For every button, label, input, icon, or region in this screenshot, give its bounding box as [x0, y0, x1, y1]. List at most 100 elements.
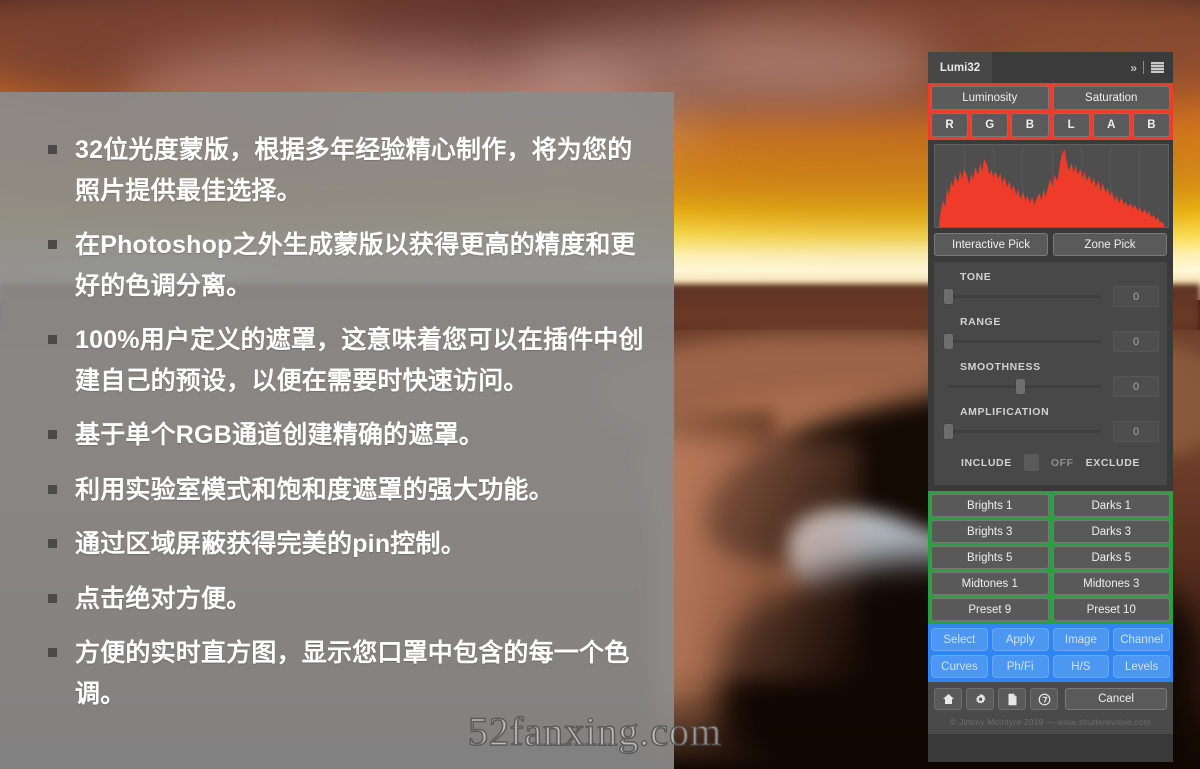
zone-pick-button[interactable]: Zone Pick: [1053, 233, 1167, 256]
mode-selector-block: Luminosity Saturation R G B L A B: [928, 83, 1173, 140]
preset-button-midtones-1[interactable]: Midtones 1: [931, 572, 1049, 595]
feature-bullet-list: 32位光度蒙版，根据多年经验精心制作，将为您的照片提供最佳选择。 在Photos…: [0, 92, 674, 714]
feature-text: 32位光度蒙版，根据多年经验精心制作，将为您的照片提供最佳选择。: [75, 136, 633, 205]
chevron-double-right-icon[interactable]: »: [1130, 61, 1137, 75]
list-item: 100%用户定义的遮罩，这意味着您可以在插件中创建自己的预设，以便在需要时快速访…: [48, 320, 648, 401]
document-button[interactable]: [998, 688, 1026, 710]
slider-label-tone: TONE: [960, 271, 992, 283]
feature-list-panel: 32位光度蒙版，根据多年经验精心制作，将为您的照片提供最佳选择。 在Photos…: [0, 92, 674, 769]
slider-label-smoothness: SMOOTHNESS: [960, 361, 1041, 373]
feature-text: 方便的实时直方图，显示您口罩中包含的每一个色调。: [75, 639, 630, 708]
preset-button-brights-3[interactable]: Brights 3: [931, 520, 1049, 543]
slider-value-amplification[interactable]: 0: [1113, 421, 1159, 442]
preset-row: Brights 5 Darks 5: [931, 546, 1170, 569]
divider: [1143, 61, 1144, 74]
slider-track-range[interactable]: [942, 334, 1107, 350]
preset-grid: Brights 1 Darks 1 Brights 3 Darks 3 Brig…: [928, 491, 1173, 624]
bullet-square-icon: [48, 240, 57, 249]
slider-row-smoothness: 0: [934, 376, 1167, 397]
slider-track-smoothness[interactable]: [942, 379, 1107, 395]
action-button-apply[interactable]: Apply: [991, 628, 1049, 651]
action-row: Select Apply Image Channel: [931, 628, 1170, 651]
action-button-curves[interactable]: Curves: [931, 655, 988, 678]
channel-button-r[interactable]: R: [931, 113, 969, 137]
slider-track-tone[interactable]: [942, 289, 1107, 305]
site-watermark: 52fanxing.com: [467, 708, 723, 755]
bullet-square-icon: [48, 484, 57, 494]
preset-button-preset-9[interactable]: Preset 9: [931, 598, 1049, 621]
pick-mode-row: Interactive Pick Zone Pick: [928, 233, 1173, 262]
include-label[interactable]: INCLUDE: [961, 457, 1012, 469]
action-button-hs[interactable]: H/S: [1052, 655, 1110, 678]
rim-light: [660, 440, 860, 680]
include-exclude-toggle[interactable]: [1023, 454, 1039, 471]
list-item: 点击绝对方便。: [48, 579, 648, 620]
rgb-channel-group: R G B: [931, 113, 1049, 137]
home-icon: [942, 694, 954, 704]
slider-handle-smoothness[interactable]: [1016, 379, 1026, 394]
slider-handle-tone[interactable]: [943, 289, 953, 304]
slider-controls: TONE 0 RANGE 0 SMOOTHNESS 0 AMPLIFICATIO…: [934, 262, 1167, 485]
histogram[interactable]: [934, 144, 1169, 228]
slider-handle-range[interactable]: [943, 334, 953, 349]
histogram-container: [928, 140, 1173, 233]
action-button-ph-fi[interactable]: Ph/Fi: [991, 655, 1049, 678]
channel-button-lab-b[interactable]: B: [1132, 113, 1171, 137]
histogram-curve: [939, 149, 1165, 227]
channel-button-l[interactable]: L: [1052, 113, 1090, 137]
slider-row-range: 0: [934, 331, 1167, 352]
slider-value-smoothness[interactable]: 0: [1113, 376, 1159, 397]
preset-button-midtones-3[interactable]: Midtones 3: [1052, 572, 1170, 595]
bullet-square-icon: [48, 335, 57, 344]
mode-button-saturation[interactable]: Saturation: [1052, 86, 1170, 110]
action-button-select[interactable]: Select: [931, 628, 988, 651]
copyright-text: © Jimmy McIntyre 2019 — www.shutterevolv…: [928, 713, 1173, 734]
slider-value-range[interactable]: 0: [1113, 331, 1159, 352]
interactive-pick-button[interactable]: Interactive Pick: [934, 233, 1048, 256]
feature-text: 基于单个RGB通道创建精确的遮罩。: [75, 421, 484, 449]
mode-primary-row: Luminosity Saturation: [931, 86, 1170, 110]
settings-button[interactable]: [966, 688, 994, 710]
document-icon: [1008, 693, 1016, 705]
list-item: 方便的实时直方图，显示您口罩中包含的每一个色调。: [48, 633, 648, 714]
list-item: 基于单个RGB通道创建精确的遮罩。: [48, 415, 648, 456]
channel-button-a[interactable]: A: [1092, 113, 1130, 137]
action-button-levels[interactable]: Levels: [1113, 655, 1170, 678]
preset-button-darks-3[interactable]: Darks 3: [1052, 520, 1170, 543]
lab-channel-group: L A B: [1052, 113, 1171, 137]
action-button-image[interactable]: Image: [1052, 628, 1110, 651]
slider-handle-amplification[interactable]: [943, 424, 953, 439]
bullet-square-icon: [48, 593, 57, 603]
mode-button-luminosity[interactable]: Luminosity: [931, 86, 1049, 110]
list-item: 利用实验室模式和饱和度遮罩的强大功能。: [48, 470, 648, 511]
feature-text: 点击绝对方便。: [75, 584, 252, 613]
list-item: 32位光度蒙版，根据多年经验精心制作，将为您的照片提供最佳选择。: [48, 130, 648, 211]
channel-button-g[interactable]: G: [971, 113, 1009, 137]
slider-track-amplification[interactable]: [942, 424, 1107, 440]
preset-button-preset-10[interactable]: Preset 10: [1052, 598, 1170, 621]
preset-row: Brights 3 Darks 3: [931, 520, 1170, 543]
help-button[interactable]: [1030, 688, 1058, 710]
bullet-square-icon: [48, 539, 57, 548]
action-button-channel[interactable]: Channel: [1113, 628, 1170, 651]
tab-lumi32[interactable]: Lumi32: [928, 52, 992, 83]
channel-button-b[interactable]: B: [1011, 113, 1049, 137]
slider-value-tone[interactable]: 0: [1113, 286, 1159, 307]
hamburger-menu-icon[interactable]: [1151, 62, 1164, 73]
exclude-label[interactable]: EXCLUDE: [1086, 457, 1140, 469]
feature-text: 通过区域屏蔽获得完美的pin控制。: [75, 530, 466, 558]
gear-icon: [975, 693, 986, 704]
action-row: Curves Ph/Fi H/S Levels: [931, 655, 1170, 678]
feature-text: 在Photoshop之外生成蒙版以获得更高的精度和更好的色调分离。: [75, 231, 636, 300]
preset-button-brights-5[interactable]: Brights 5: [931, 546, 1049, 569]
cancel-button[interactable]: Cancel: [1065, 688, 1167, 710]
preset-button-darks-1[interactable]: Darks 1: [1052, 494, 1170, 517]
preset-button-darks-5[interactable]: Darks 5: [1052, 546, 1170, 569]
home-button[interactable]: [934, 688, 962, 710]
bullet-square-icon: [48, 430, 57, 439]
preset-row: Midtones 1 Midtones 3: [931, 572, 1170, 595]
preset-row: Preset 9 Preset 10: [931, 598, 1170, 621]
feature-text: 利用实验室模式和饱和度遮罩的强大功能。: [75, 475, 554, 504]
action-button-grid: Select Apply Image Channel Curves Ph/Fi …: [928, 624, 1173, 682]
preset-button-brights-1[interactable]: Brights 1: [931, 494, 1049, 517]
